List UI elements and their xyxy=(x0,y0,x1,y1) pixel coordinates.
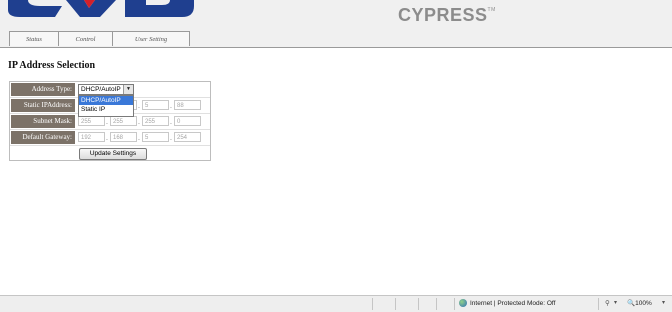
octet-separator: . xyxy=(138,103,140,110)
cypress-logo xyxy=(8,0,194,17)
status-divider xyxy=(454,298,455,310)
octet-separator: . xyxy=(106,119,108,126)
status-divider xyxy=(436,298,437,310)
tab-status[interactable]: Status xyxy=(9,31,59,46)
zoom-level[interactable]: 🔍100% xyxy=(627,299,652,307)
static-ip-label: Static IPAddress: xyxy=(11,99,75,112)
address-type-row: Address Type: DHCP/AutoIP ▼ DHCP/AutoIP … xyxy=(10,82,210,117)
subnet-mask-label: Subnet Mask: xyxy=(11,115,75,128)
default-gateway-octet-3[interactable]: 5 xyxy=(142,132,169,142)
default-gateway-label: Default Gateway: xyxy=(11,131,75,144)
ip-settings-form: Address Type: DHCP/AutoIP ▼ DHCP/AutoIP … xyxy=(9,81,211,161)
default-gateway-octet-1[interactable]: 192 xyxy=(78,132,105,142)
static-ip-octet-4[interactable]: 88 xyxy=(174,100,201,110)
address-type-dropdown-list: DHCP/AutoIP Static IP xyxy=(78,95,134,117)
subnet-mask-octet-3[interactable]: 255 xyxy=(142,116,169,126)
octet-separator: . xyxy=(170,119,172,126)
main-content: IP Address Selection Address Type: DHCP/… xyxy=(0,48,672,295)
subnet-mask-octet-4[interactable]: 0 xyxy=(174,116,201,126)
page-title: IP Address Selection xyxy=(8,60,96,71)
zoom-value: 100% xyxy=(635,300,652,307)
octet-separator: . xyxy=(170,103,172,110)
status-divider xyxy=(598,298,599,310)
subnet-mask-octet-1[interactable]: 255 xyxy=(78,116,105,126)
protected-mode-icon[interactable]: ⚲ xyxy=(605,299,610,307)
chevron-down-icon[interactable]: ▾ xyxy=(614,299,617,306)
row-divider xyxy=(10,145,210,146)
logo-c-shape xyxy=(8,0,62,17)
address-type-select[interactable]: DHCP/AutoIP ▼ xyxy=(78,84,134,95)
octet-separator: . xyxy=(106,135,108,142)
security-zone[interactable]: Internet | Protected Mode: Off xyxy=(459,299,555,307)
header: CYPRESSTM Status Control User Setting xyxy=(0,0,672,48)
tab-control[interactable]: Control xyxy=(58,31,113,46)
status-divider xyxy=(418,298,419,310)
option-static-ip[interactable]: Static IP xyxy=(79,105,133,114)
address-type-value: DHCP/AutoIP xyxy=(81,86,121,93)
nav-tabs: Status Control User Setting xyxy=(9,31,190,47)
subnet-mask-octet-2[interactable]: 255 xyxy=(110,116,137,126)
option-dhcp-autoip[interactable]: DHCP/AutoIP xyxy=(79,96,133,105)
default-gateway-octet-4[interactable]: 254 xyxy=(174,132,201,142)
update-settings-button[interactable]: Update Settings xyxy=(79,148,147,160)
octet-separator: . xyxy=(170,135,172,142)
chevron-down-icon[interactable]: ▾ xyxy=(662,299,665,306)
dropdown-arrow-icon[interactable]: ▼ xyxy=(123,85,133,94)
globe-icon xyxy=(459,299,467,307)
default-gateway-row: Default Gateway: 192 . 168 . 5 . 254 xyxy=(10,130,210,145)
security-zone-text: Internet | Protected Mode: Off xyxy=(470,299,556,307)
octet-separator: . xyxy=(138,135,140,142)
tab-user-setting[interactable]: User Setting xyxy=(112,31,190,46)
status-divider xyxy=(395,298,396,310)
address-type-label: Address Type: xyxy=(11,83,75,96)
browser-status-bar: Internet | Protected Mode: Off ⚲ ▾ 🔍100%… xyxy=(0,295,672,312)
default-gateway-octet-2[interactable]: 168 xyxy=(110,132,137,142)
octet-separator: . xyxy=(138,119,140,126)
brand-name: CYPRESSTM xyxy=(398,5,496,25)
status-divider xyxy=(372,298,373,310)
static-ip-octet-3[interactable]: 5 xyxy=(142,100,169,110)
logo-p-shape xyxy=(125,0,194,17)
